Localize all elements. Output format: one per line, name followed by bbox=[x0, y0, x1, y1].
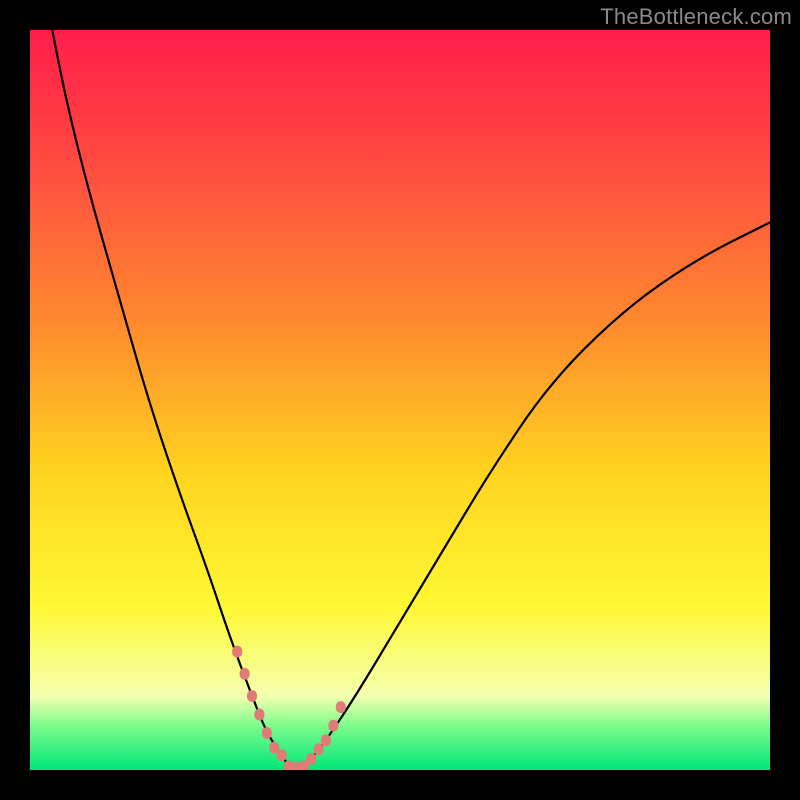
highlight-dot bbox=[262, 727, 272, 739]
highlight-dot bbox=[328, 720, 338, 732]
highlight-dot bbox=[314, 743, 324, 755]
plot-area bbox=[30, 30, 770, 770]
highlight-dot bbox=[336, 701, 346, 713]
watermark-text: TheBottleneck.com bbox=[600, 4, 792, 30]
gradient-background bbox=[30, 30, 770, 770]
highlight-dot bbox=[240, 668, 250, 680]
highlight-dot bbox=[232, 646, 242, 658]
highlight-dot bbox=[247, 690, 257, 702]
bottleneck-chart bbox=[30, 30, 770, 770]
highlight-dot bbox=[306, 753, 316, 765]
highlight-dot bbox=[321, 734, 331, 746]
chart-frame: TheBottleneck.com bbox=[0, 0, 800, 800]
highlight-dot bbox=[277, 749, 287, 761]
highlight-dot bbox=[254, 709, 264, 721]
